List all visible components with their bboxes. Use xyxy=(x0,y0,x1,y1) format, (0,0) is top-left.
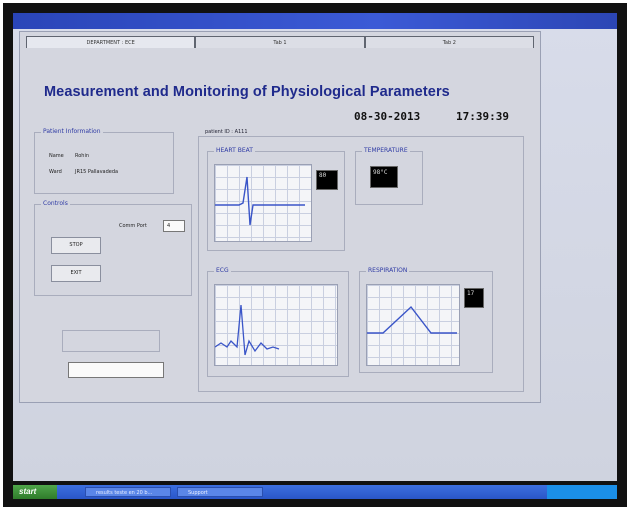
comm-port-field[interactable]: 4 xyxy=(163,220,185,232)
tab-department[interactable]: DEPARTMENT : ECE xyxy=(26,36,196,48)
respiration-readout: 17 xyxy=(467,290,475,297)
time-display: 17:39:39 xyxy=(456,110,509,123)
controls-group: Controls Comm Port 4 STOP EXIT xyxy=(34,200,192,296)
tab-strip: DEPARTMENT : ECE Tab 1 Tab 2 xyxy=(26,36,534,48)
respiration-plot xyxy=(366,284,460,366)
taskbar-item-results[interactable]: results teste en 20 b... xyxy=(85,487,171,497)
status-box xyxy=(62,330,160,352)
respiration-panel: RESPIRATION 17 xyxy=(359,267,493,373)
patient-info-group: Patient Information Name Rohin Ward JR15… xyxy=(34,128,174,194)
monitor-group: patient ID : A111 HEART BEAT 80 TEMPERAT… xyxy=(198,129,524,392)
heart-beat-plot xyxy=(214,164,312,242)
temperature-indicator: 98°C xyxy=(370,166,398,188)
taskbar: start results teste en 20 b... Support xyxy=(13,485,617,499)
ward-value: JR15 Pallavadeda xyxy=(75,169,119,175)
temperature-panel: TEMPERATURE 98°C xyxy=(355,147,423,205)
heart-beat-indicator: 80 xyxy=(316,170,338,190)
ecg-label: ECG xyxy=(214,267,231,274)
comm-port-value: 4 xyxy=(167,223,171,229)
heart-beat-label: HEART BEAT xyxy=(214,147,255,154)
ecg-waveform xyxy=(215,304,280,356)
window-title-bar xyxy=(13,13,617,29)
start-button[interactable]: start xyxy=(13,485,57,499)
comm-port-label: Comm Port xyxy=(119,223,147,229)
taskbar-item-support[interactable]: Support xyxy=(177,487,263,497)
controls-label: Controls xyxy=(41,200,70,207)
page-title: Measurement and Monitoring of Physiologi… xyxy=(44,84,450,100)
patient-id-label: patient ID : A111 xyxy=(205,129,248,135)
patient-info-label: Patient Information xyxy=(41,128,103,135)
temperature-label: TEMPERATURE xyxy=(362,147,410,154)
heart-beat-waveform xyxy=(215,176,305,226)
respiration-indicator: 17 xyxy=(464,288,484,308)
system-tray xyxy=(547,485,617,499)
tab-2[interactable]: Tab 2 xyxy=(364,36,534,48)
temperature-readout: 98°C xyxy=(373,169,388,176)
tab-1[interactable]: Tab 1 xyxy=(195,36,365,48)
app-window: DEPARTMENT : ECE Tab 1 Tab 2 Measurement… xyxy=(19,31,541,403)
respiration-label: RESPIRATION xyxy=(366,267,410,274)
ward-label: Ward xyxy=(49,169,62,175)
screenshot-frame: DEPARTMENT : ECE Tab 1 Tab 2 Measurement… xyxy=(3,3,627,507)
respiration-waveform xyxy=(367,305,457,334)
status-field[interactable] xyxy=(68,362,164,378)
name-label: Name xyxy=(49,153,64,159)
date-display: 08-30-2013 xyxy=(354,110,421,123)
stop-button[interactable]: STOP xyxy=(51,237,101,254)
name-value: Rohin xyxy=(75,153,90,159)
ecg-plot xyxy=(214,284,338,366)
desktop: DEPARTMENT : ECE Tab 1 Tab 2 Measurement… xyxy=(13,13,617,481)
heart-beat-panel: HEART BEAT 80 xyxy=(207,147,345,251)
heart-beat-readout: 80 xyxy=(319,172,327,179)
exit-button[interactable]: EXIT xyxy=(51,265,101,282)
ecg-panel: ECG xyxy=(207,267,349,377)
